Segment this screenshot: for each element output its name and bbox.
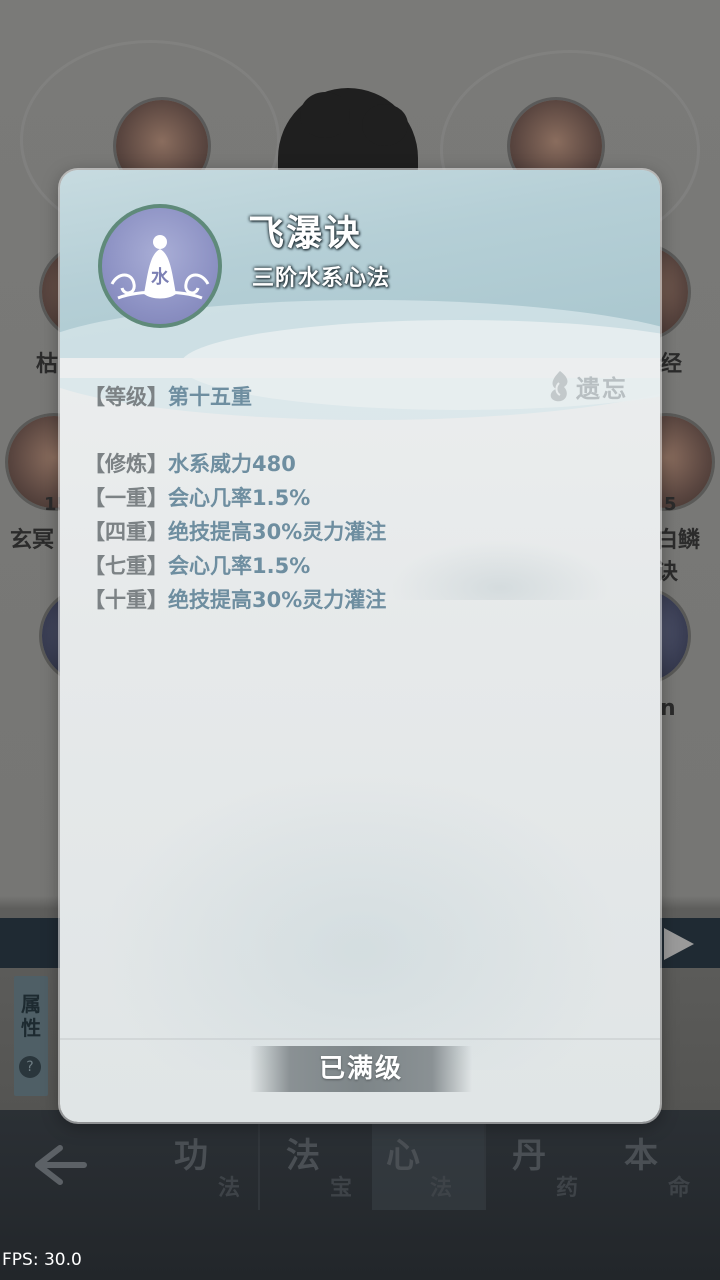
stat-key: 【七重】 [84, 554, 168, 578]
tab-fabao[interactable]: 法 宝 [272, 1124, 384, 1210]
level-row: 【等级】第十五重 [84, 382, 252, 412]
tab-label-main: 丹 [512, 1136, 546, 1176]
bg-character-bun [362, 104, 408, 146]
skill-subtitle: 三阶水系心法 [252, 266, 391, 291]
stat-key: 【十重】 [84, 588, 168, 612]
tab-label-main: 心 [386, 1136, 420, 1176]
stat-value: 会心几率1.5% [168, 554, 311, 578]
stat-row: 【一重】会心几率1.5% [84, 483, 310, 513]
ink-mountain-decoration [390, 540, 610, 600]
skill-name: 飞瀑诀 [248, 212, 363, 254]
tab-divider [258, 1124, 260, 1210]
tab-label-main: 本 [624, 1136, 658, 1176]
bg-skill-label: 枯 [36, 352, 59, 377]
bg-skill-label: n [660, 696, 676, 721]
attribute-side-tab-label: 属性 [21, 992, 41, 1040]
level-key: 【等级】 [84, 385, 168, 409]
stat-key: 【四重】 [84, 520, 168, 544]
tab-label-main: 法 [286, 1136, 320, 1176]
skill-avatar: 水 [98, 204, 222, 328]
forget-button[interactable]: 遗忘 [546, 366, 628, 406]
stat-row: 【四重】绝技提高30%灵力灌注 [84, 517, 386, 547]
attribute-side-tab[interactable]: 属性 [14, 976, 48, 1096]
stat-key: 【修炼】 [84, 452, 168, 476]
bg-skill-label: 白鳞诀 [656, 528, 701, 585]
tab-label-sub: 命 [668, 1176, 691, 1201]
tab-label-sub: 法 [430, 1176, 453, 1201]
stat-value: 会心几率1.5% [168, 486, 311, 510]
fps-counter: FPS: 30.0 [2, 1250, 82, 1270]
tab-label-sub: 法 [218, 1176, 241, 1201]
tab-danyao[interactable]: 丹 药 [498, 1124, 610, 1210]
skill-detail-dialog: 水 飞瀑诀 三阶水系心法 遗忘 【等级】第十五重 【修炼】水系威力480 【一重… [60, 170, 660, 1122]
bg-skill-label: 经 [660, 352, 683, 377]
forget-label: 遗忘 [576, 374, 628, 403]
ink-mist-decoration [100, 770, 620, 1070]
stat-row: 【修炼】水系威力480 [84, 449, 296, 479]
stat-value: 水系威力480 [168, 452, 296, 476]
tab-label-sub: 药 [556, 1176, 579, 1201]
bg-character-bun [300, 92, 350, 138]
max-level-button[interactable]: 已满级 [250, 1046, 472, 1092]
element-glyph: 水 [151, 267, 169, 288]
tab-label-sub: 宝 [330, 1176, 353, 1201]
help-icon[interactable]: ? [19, 1056, 41, 1078]
level-value: 第十五重 [168, 385, 252, 409]
stat-row: 【十重】绝技提高30%灵力灌注 [84, 585, 386, 615]
tab-benming[interactable]: 本 命 [610, 1124, 720, 1210]
avatar-background: 水 [102, 208, 218, 324]
flame-icon [550, 371, 568, 402]
tab-label-main: 功 [174, 1136, 208, 1176]
tab-xinfa[interactable]: 心 法 [372, 1124, 484, 1210]
stat-key: 【一重】 [84, 486, 168, 510]
stat-value: 绝技提高30%灵力灌注 [168, 588, 387, 612]
dialog-footer-divider [60, 1038, 660, 1040]
tab-divider [484, 1124, 486, 1210]
bg-skill-label: 玄冥 [10, 528, 55, 553]
tab-gongfa[interactable]: 功 法 [160, 1124, 272, 1210]
left-arrow-icon [35, 1145, 87, 1185]
stat-row: 【七重】会心几率1.5% [84, 551, 310, 581]
play-icon [664, 928, 694, 960]
back-button[interactable] [30, 1140, 90, 1190]
bg-skill-level: 5 [664, 494, 677, 515]
stat-value: 绝技提高30%灵力灌注 [168, 520, 387, 544]
